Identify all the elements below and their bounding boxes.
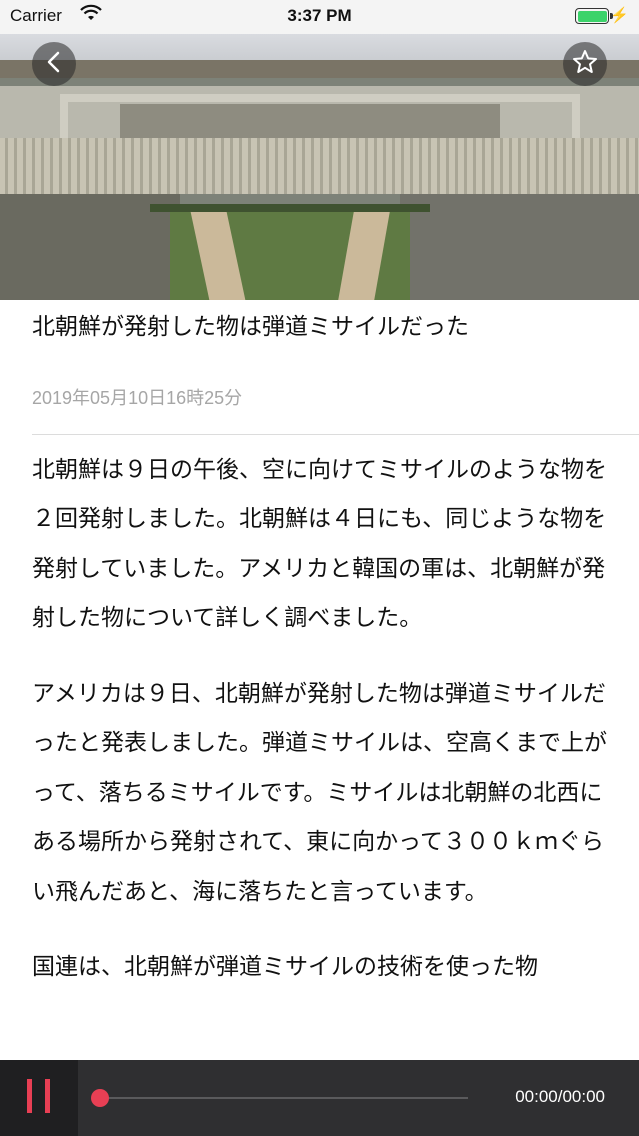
article-paragraph: 国連は、北朝鮮が弾道ミサイルの技術を使った物 [32, 953, 538, 980]
divider [32, 434, 639, 435]
article-content[interactable]: 北朝鮮が発射した物は弾道ミサイルだった 2019年05月10日16時25分 北朝… [0, 300, 639, 1060]
status-time: 3:37 PM [287, 6, 352, 25]
star-outline-icon [571, 48, 599, 80]
article-title: 北朝鮮が発射した物は弾道ミサイルだった [32, 306, 612, 350]
time-readout: 00:00/00:00 [515, 1087, 605, 1106]
favorite-button[interactable] [563, 42, 607, 86]
back-button[interactable] [32, 42, 76, 86]
article-paragraph: アメリカは９日、北朝鮮が発射した物は弾道ミサイルだったと発表しました。弾道ミサイ… [32, 680, 607, 905]
charging-bolt-icon: ⚡ [610, 7, 629, 24]
pause-icon [24, 1077, 54, 1119]
article-date: 2019年05月10日16時25分 [32, 388, 243, 408]
progress-track[interactable] [100, 1097, 468, 1099]
chevron-left-icon [44, 50, 64, 78]
status-bar: Carrier 3:37 PM ⚡ [0, 0, 639, 34]
article-paragraph: 北朝鮮は９日の午後、空に向けてミサイルのような物を２回発射しました。北朝鮮は４日… [32, 457, 607, 632]
battery-icon [575, 8, 613, 24]
pause-button[interactable] [0, 1060, 78, 1136]
audio-player: 00:00/00:00 [0, 1060, 639, 1136]
hero-image [0, 34, 639, 300]
article-body: 北朝鮮は９日の午後、空に向けてミサイルのような物を２回発射しました。北朝鮮は４日… [32, 446, 612, 1018]
progress-slider-handle[interactable] [91, 1089, 109, 1107]
article-title-text: 北朝鮮が発射した物は弾道ミサイルだった [32, 314, 469, 340]
